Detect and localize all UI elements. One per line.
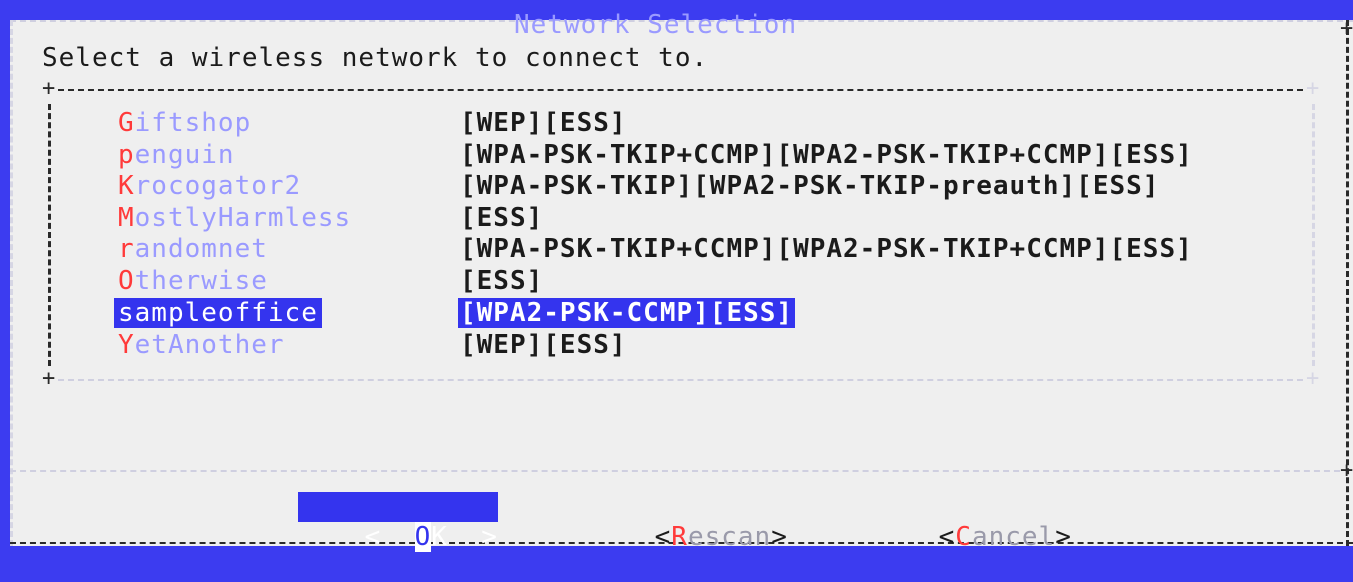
network-ssid: therwise [134, 266, 268, 296]
network-flags: [WPA-PSK-TKIP+CCMP][WPA2-PSK-TKIP+CCMP][… [460, 140, 1193, 170]
network-ssid: etAnother [134, 330, 285, 360]
ok-hotkey: O [414, 522, 432, 552]
cancel-hotkey: C [955, 522, 972, 552]
ok-button[interactable]: < OK > [298, 492, 498, 552]
hotkey-letter: Y [118, 330, 135, 360]
ok-left-bracket: < [364, 522, 415, 552]
hotkey-letter: s [118, 298, 135, 328]
hotkey-letter: p [118, 140, 135, 170]
network-ssid: ampleoffice [134, 298, 318, 328]
separator-corner-right: + [1340, 458, 1353, 483]
network-flags: [WPA-PSK-TKIP+CCMP][WPA2-PSK-TKIP+CCMP][… [460, 234, 1193, 264]
hotkey-letter: G [118, 108, 135, 138]
rescan-label: escan [687, 522, 772, 552]
hotkey-letter: r [118, 234, 135, 264]
hotkey-letter: O [118, 266, 135, 296]
list-corner-top-left: + [42, 76, 57, 101]
network-flags: [ESS] [460, 266, 544, 296]
list-bottom-border [58, 379, 1303, 381]
ok-label: K [431, 522, 448, 552]
network-ssid: andomnet [134, 234, 268, 264]
rescan-right-bracket: > [771, 522, 788, 552]
list-corner-bottom-right: + [1306, 366, 1321, 391]
network-flags: [WEP][ESS] [460, 330, 627, 360]
list-corner-bottom-left: + [42, 366, 57, 391]
list-top-border [58, 89, 1303, 91]
network-flags: [WEP][ESS] [460, 108, 627, 138]
rescan-hotkey: R [671, 522, 688, 552]
hotkey-letter: M [118, 203, 135, 233]
button-separator [10, 470, 1340, 472]
list-corner-top-right: + [1306, 76, 1321, 101]
dialog-title: Network Selection [514, 10, 798, 40]
rescan-left-bracket: < [654, 522, 672, 552]
network-flags: [WPA-PSK-TKIP][WPA2-PSK-TKIP-preauth][ES… [460, 171, 1160, 201]
dialog-left-border [10, 20, 13, 546]
hotkey-letter: K [118, 171, 135, 201]
cancel-button[interactable]: <Cancel> [872, 492, 1072, 552]
list-right-border [1312, 104, 1315, 366]
rescan-button[interactable]: <Rescan> [588, 492, 788, 552]
list-left-border [48, 104, 51, 366]
network-ssid: ostlyHarmless [134, 203, 352, 233]
network-ssid: rocogator2 [134, 171, 302, 201]
dialog-prompt: Select a wireless network to connect to. [42, 43, 709, 73]
network-flags: [WPA2-PSK-CCMP][ESS] [458, 298, 796, 328]
cancel-label: ancel [971, 522, 1056, 552]
ok-right-bracket: > [447, 522, 498, 552]
frame-corner-top-right: + [1340, 16, 1353, 41]
cancel-left-bracket: < [938, 522, 956, 552]
network-ssid: iftshop [134, 108, 252, 138]
cancel-right-bracket: > [1055, 522, 1072, 552]
network-ssid: enguin [134, 140, 235, 170]
network-selection-dialog: + Network Selection Select a wireless ne… [10, 10, 1353, 552]
network-flags: [ESS] [460, 203, 544, 233]
